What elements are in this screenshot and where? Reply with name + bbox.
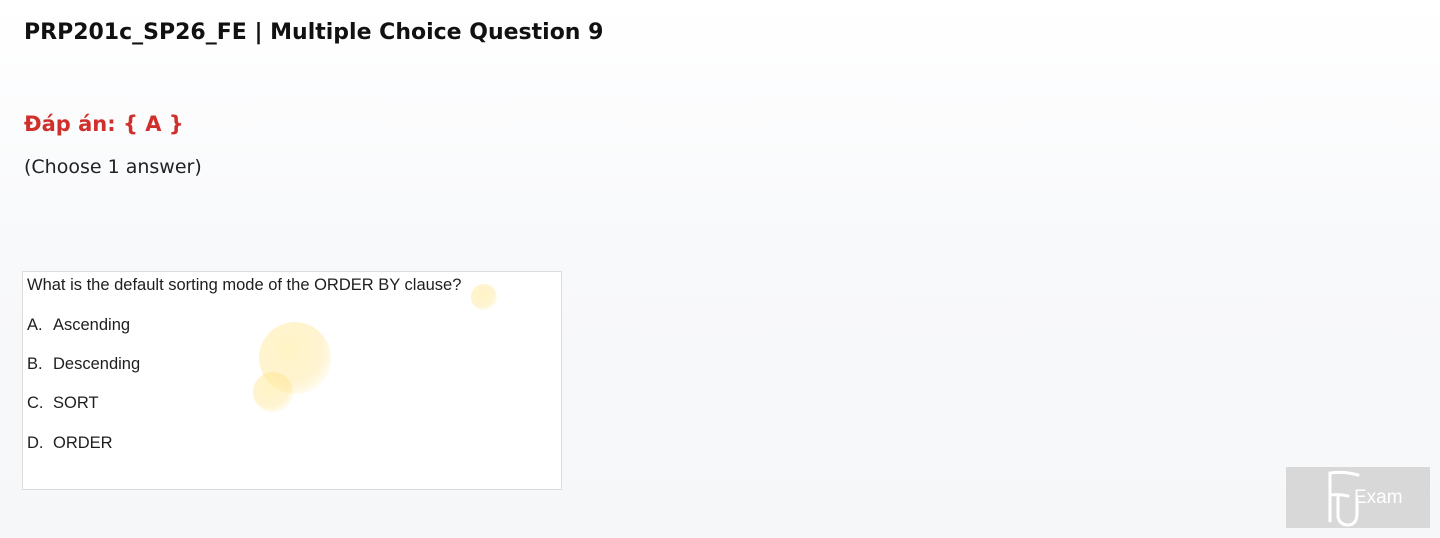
option-text: Ascending (53, 316, 131, 334)
answer-label: Đáp án: { A } (24, 112, 184, 136)
option-letter: A. (27, 316, 43, 334)
watermark-logo: Exam (1286, 467, 1430, 528)
option-c: C. SORT (27, 394, 99, 413)
instruction-text: (Choose 1 answer) (24, 156, 202, 178)
option-text: Descending (53, 355, 141, 373)
option-b: B. Descending (27, 355, 140, 374)
option-letter: C. (27, 394, 44, 412)
option-text: ORDER (53, 434, 113, 452)
option-a: A. Ascending (27, 316, 130, 335)
smiley-icon (253, 372, 293, 412)
question-text: What is the default sorting mode of the … (27, 276, 462, 294)
watermark-text: Exam (1354, 487, 1403, 508)
option-text: SORT (53, 394, 99, 412)
page-title: PRP201c_SP26_FE | Multiple Choice Questi… (24, 20, 604, 45)
smiley-icon (471, 284, 497, 310)
option-letter: D. (27, 434, 44, 452)
smiley-icon (259, 322, 331, 394)
question-card: What is the default sorting mode of the … (22, 271, 562, 490)
option-d: D. ORDER (27, 434, 113, 453)
option-letter: B. (27, 355, 43, 373)
